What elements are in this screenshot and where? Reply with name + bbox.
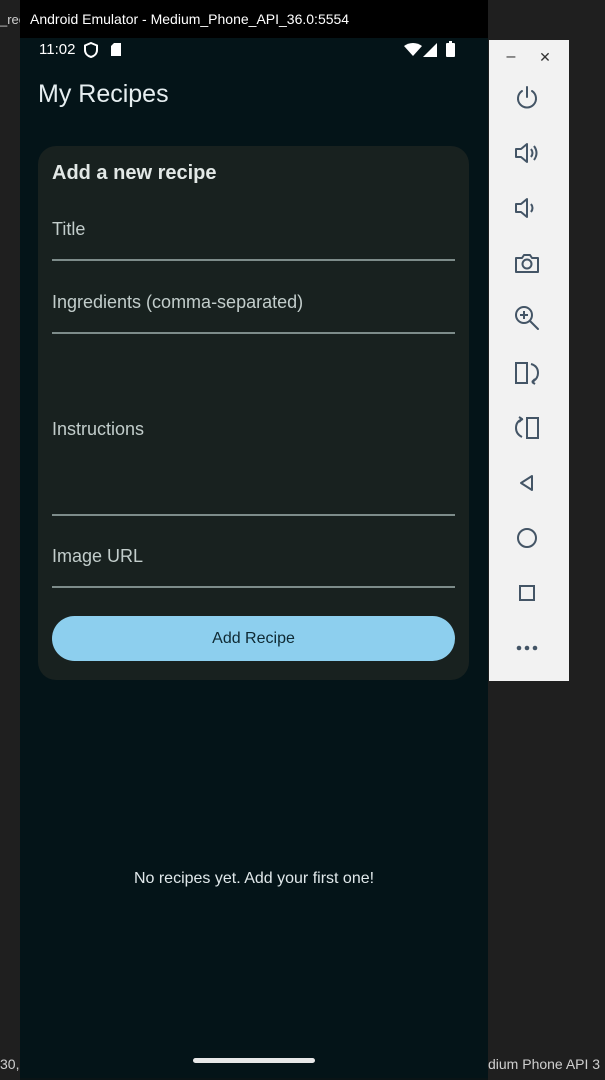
back-icon [520,475,533,491]
title-field[interactable]: Title [52,210,455,261]
camera-icon [515,254,539,273]
sim-card-icon [110,42,122,62]
zoom-button[interactable] [509,300,545,336]
volume-up-icon [515,143,538,163]
empty-state-message: No recipes yet. Add your first one! [133,870,375,887]
ingredients-field-label: Ingredients (comma-separated) [52,292,304,312]
more-button[interactable] [509,630,545,666]
back-button[interactable] [509,465,545,501]
phone-screen[interactable]: 11:02 My Recipes Add a new recipe Title … [20,38,488,1078]
ide-panel-right-lower [569,40,605,1080]
ide-fragment-bottom-right: dium Phone API 3 [488,1056,601,1072]
close-button[interactable]: ✕ [535,48,555,66]
wifi-icon [404,43,422,62]
overview-icon [519,585,535,601]
home-button[interactable] [509,520,545,556]
form-heading: Add a new recipe [52,162,217,184]
ingredients-field[interactable]: Ingredients (comma-separated) [52,282,455,334]
zoom-icon [515,306,539,330]
ide-panel-right-bottom [488,681,569,1080]
rotate-right-icon [514,416,539,439]
signal-icon [423,43,437,62]
power-icon [517,86,537,109]
minimize-button[interactable]: – [501,48,521,66]
rotate-right-button[interactable] [509,410,545,446]
add-recipe-card: Add a new recipe Title Ingredients (comm… [38,146,469,680]
status-time: 11:02 [39,41,76,58]
screenshot-button[interactable] [509,245,545,281]
volume-up-button[interactable] [509,135,545,171]
gesture-nav-handle[interactable] [193,1058,315,1063]
title-field-label: Title [52,219,86,239]
rotate-left-icon [515,362,540,385]
volume-down-icon [515,198,534,218]
app-title: My Recipes [38,80,169,108]
overview-button[interactable] [509,575,545,611]
battery-icon [446,41,455,62]
instructions-field[interactable]: Instructions [52,346,455,516]
ide-background-strip [0,0,20,1080]
more-icon [516,645,538,651]
status-bar: 11:02 [20,38,488,64]
ide-panel-right [488,0,605,40]
instructions-field-label: Instructions [52,419,145,439]
power-button[interactable] [509,80,545,116]
emulator-title-bar[interactable]: Android Emulator - Medium_Phone_API_36.0… [20,0,488,38]
rotate-left-button[interactable] [509,355,545,391]
image-url-field[interactable]: Image URL [52,538,455,588]
add-recipe-button[interactable]: Add Recipe [52,616,455,661]
shield-icon [84,41,98,63]
home-icon [517,528,537,548]
image-url-field-label: Image URL [52,546,144,566]
emulator-toolbar: – ✕ [489,40,569,681]
volume-down-button[interactable] [509,190,545,226]
